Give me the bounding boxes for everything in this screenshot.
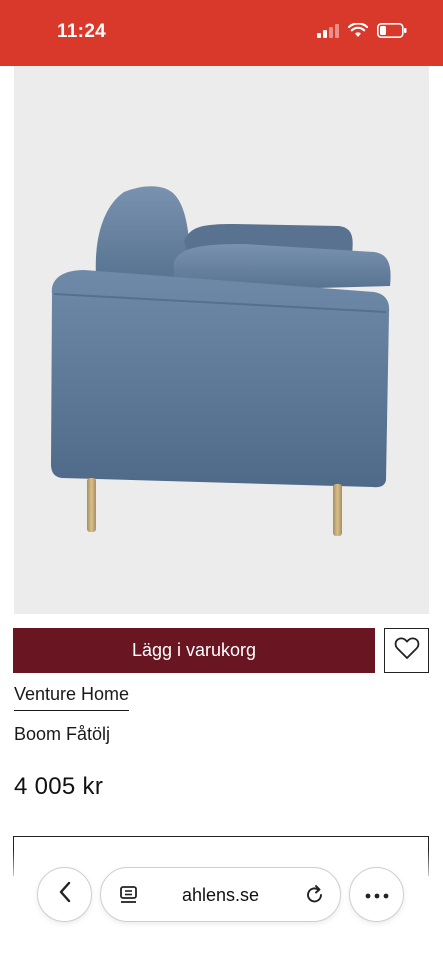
- product-price: 4 005 kr: [14, 773, 104, 800]
- reload-icon[interactable]: [304, 884, 326, 911]
- browser-more-button[interactable]: [349, 867, 404, 922]
- heart-icon: [394, 636, 420, 665]
- browser-back-button[interactable]: [37, 867, 92, 922]
- status-bar: 11:24: [0, 0, 443, 66]
- app-root: 11:24 Lägg i varukorg Venture Home Boom …: [0, 0, 443, 960]
- signal-icon: [317, 23, 339, 43]
- product-image[interactable]: [14, 66, 429, 614]
- wifi-icon: [347, 22, 369, 43]
- wishlist-button[interactable]: [384, 628, 429, 673]
- status-icons: [317, 22, 407, 43]
- battery-icon: [377, 23, 407, 43]
- address-bar[interactable]: ahlens.se: [100, 867, 341, 922]
- more-icon: [365, 886, 389, 904]
- product-name: Boom Fåtölj: [14, 724, 111, 744]
- status-time: 11:24: [57, 21, 107, 42]
- back-chevron-icon: [58, 881, 72, 908]
- add-to-cart-button[interactable]: Lägg i varukorg: [13, 628, 375, 673]
- sofa-image: [51, 186, 391, 536]
- brand-link[interactable]: Venture Home: [14, 684, 130, 711]
